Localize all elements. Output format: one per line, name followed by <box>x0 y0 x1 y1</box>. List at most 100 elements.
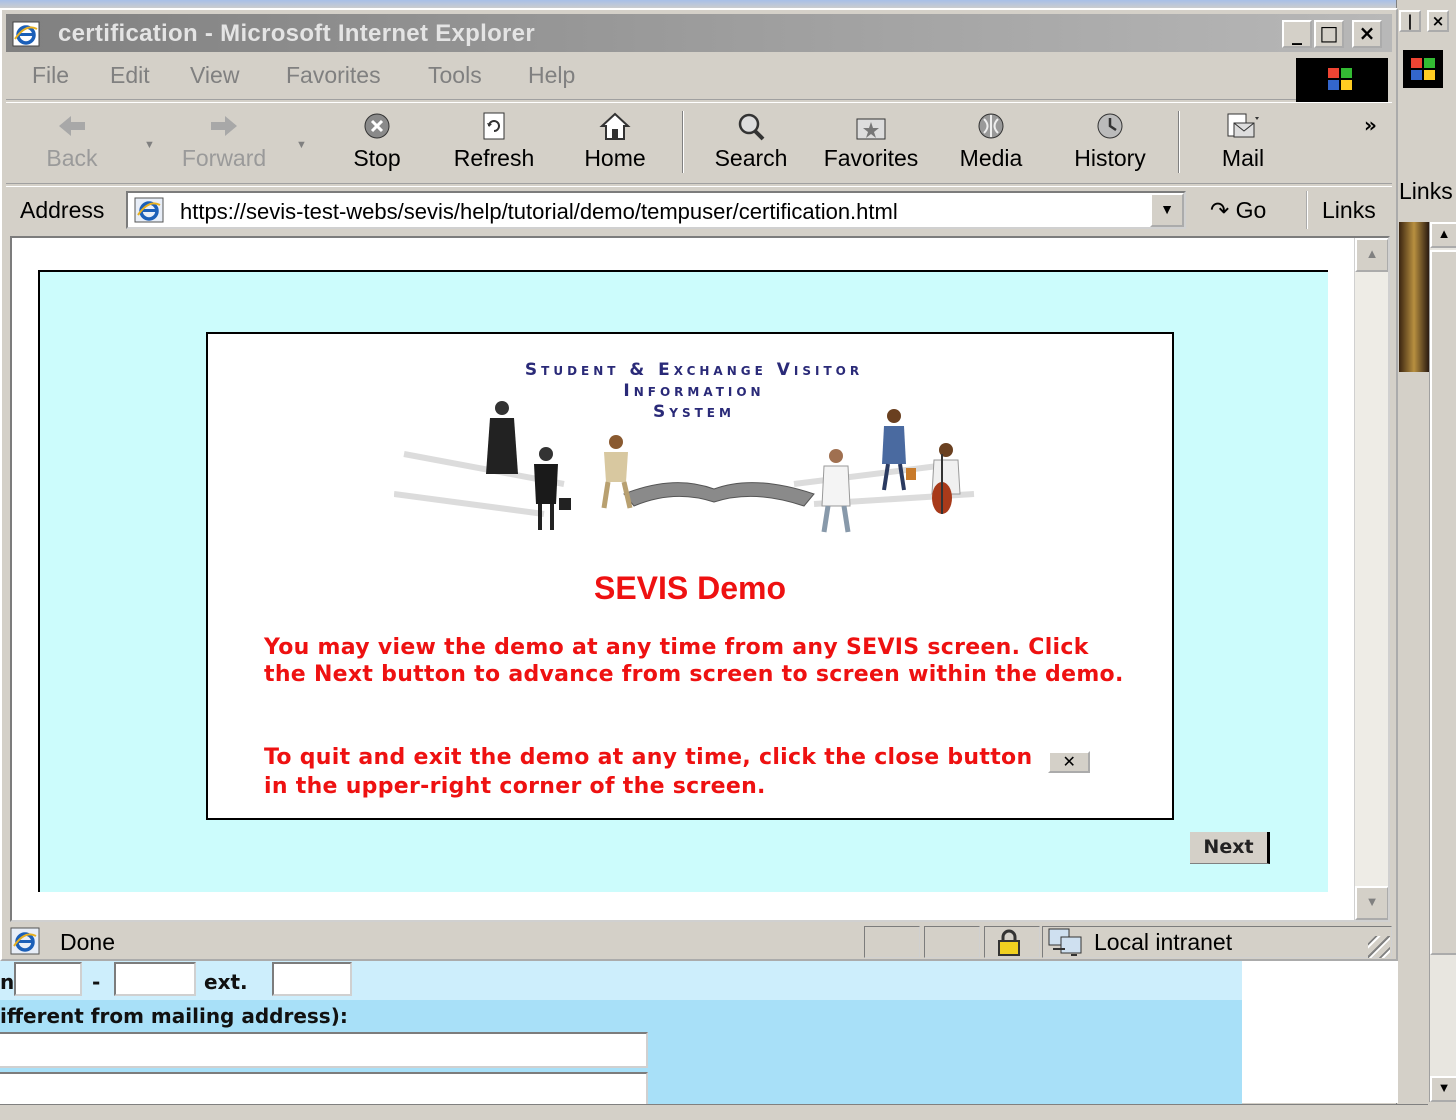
media-label: Media <box>959 145 1023 171</box>
forward-label: Forward <box>181 145 267 171</box>
search-icon <box>738 113 765 141</box>
student-figure <box>601 435 633 509</box>
address-input[interactable]: https://sevis-test-webs/sevis/help/tutor… <box>126 191 1186 229</box>
address-line-1-input[interactable] <box>0 1032 648 1068</box>
address-label: Address <box>20 197 105 223</box>
menu-file[interactable]: File <box>32 62 69 89</box>
next-button[interactable]: Next <box>1190 832 1270 864</box>
minimize-button[interactable]: _ <box>1282 20 1312 48</box>
title-bar[interactable]: certification - Microsoft Internet Explo… <box>6 14 1392 52</box>
status-pane <box>864 926 920 958</box>
search-label: Search <box>714 145 788 171</box>
mail-icon <box>1227 113 1259 138</box>
windows-flag-icon <box>1328 68 1354 92</box>
menu-tools[interactable]: Tools <box>428 62 482 89</box>
address-url: https://sevis-test-webs/sevis/help/tutor… <box>180 199 898 224</box>
scroll-down-arrow-icon[interactable]: ▼ <box>1355 886 1388 920</box>
menu-favorites[interactable]: Favorites <box>286 62 381 89</box>
graduate-figure <box>486 401 518 474</box>
ie-logo-icon <box>12 21 40 47</box>
home-icon <box>599 112 631 140</box>
background-form-fragment: n - ext. ifferent from mailing address): <box>0 958 1242 1120</box>
internet-explorer-window: certification - Microsoft Internet Explo… <box>0 8 1398 961</box>
media-icon <box>978 113 1004 139</box>
mail-label: Mail <box>1221 145 1265 171</box>
demo-frame: Student & Exchange Visitor Information S… <box>38 270 1328 892</box>
home-button[interactable]: Home <box>578 111 652 172</box>
scroll-up-arrow-icon[interactable]: ▲ <box>1355 238 1388 272</box>
refresh-button[interactable]: Refresh <box>446 111 542 172</box>
forward-arrow-icon <box>211 116 237 136</box>
history-clock-icon <box>1097 113 1123 139</box>
close-x-icon: ✕ <box>1048 751 1091 773</box>
background-close-button[interactable]: × <box>1427 10 1449 32</box>
background-vertical-scrollbar[interactable]: ▲ ▼ <box>1429 222 1456 1102</box>
window-title: certification - Microsoft Internet Explo… <box>58 20 535 47</box>
address-section-heading: ifferent from mailing address): <box>0 1004 348 1028</box>
phone-number-input[interactable] <box>114 962 196 996</box>
background-horizontal-scrollbar[interactable] <box>0 1104 1428 1120</box>
menu-help[interactable]: Help <box>528 62 575 89</box>
links-button[interactable]: Links <box>1306 191 1392 229</box>
history-label: History <box>1074 145 1146 171</box>
page-vertical-scrollbar[interactable]: ▲ ▼ <box>1354 238 1388 920</box>
back-label: Back <box>46 145 98 171</box>
menu-edit[interactable]: Edit <box>110 62 150 89</box>
toolbar-separator <box>1178 111 1180 173</box>
back-button[interactable]: Back <box>36 111 108 172</box>
windows-flag-icon <box>1411 58 1437 82</box>
demo-intro-panel: Student & Exchange Visitor Information S… <box>206 332 1174 820</box>
back-dropdown-icon[interactable]: ▼ <box>144 139 155 151</box>
go-button[interactable]: ↷ Go <box>1210 197 1266 224</box>
status-pane <box>924 926 980 958</box>
phone-separator: - <box>92 970 101 994</box>
address-dropdown-arrow-icon[interactable]: ▼ <box>1150 193 1184 227</box>
standard-toolbar: Back ▼ Forward ▼ Stop Refresh Home Searc… <box>6 102 1392 184</box>
history-button[interactable]: History <box>1068 111 1152 172</box>
stop-label: Stop <box>353 145 401 171</box>
background-maximize-button[interactable]: | <box>1399 10 1421 32</box>
phone-ext-input[interactable] <box>272 962 352 996</box>
sevis-logo: Student & Exchange Visitor Information S… <box>394 354 994 534</box>
favorites-star-icon <box>856 118 886 140</box>
scroll-down-arrow-icon[interactable]: ▼ <box>1430 1076 1456 1102</box>
toolbar-separator <box>682 111 684 173</box>
maximize-button[interactable]: □ <box>1314 20 1344 48</box>
background-page-blank-area <box>1242 958 1398 1103</box>
scroll-thumb[interactable] <box>1430 250 1456 955</box>
forward-dropdown-icon[interactable]: ▼ <box>296 139 307 151</box>
demo-instructions-close: To quit and exit the demo at any time, c… <box>264 744 1124 800</box>
close-instruction-text-start: To quit and exit the demo at any time, c… <box>264 745 1033 770</box>
menu-view[interactable]: View <box>190 62 239 89</box>
status-page-icon <box>10 927 40 955</box>
close-button[interactable]: × <box>1352 20 1382 48</box>
favorites-button[interactable]: Favorites <box>816 111 926 172</box>
form-label-fragment: n <box>0 970 15 994</box>
home-label: Home <box>584 145 646 171</box>
search-button[interactable]: Search <box>706 111 796 172</box>
mail-button[interactable]: Mail <box>1210 111 1276 172</box>
logo-line-1: Student & Exchange Visitor <box>524 360 864 380</box>
status-bar: Done Local intranet <box>6 924 1392 960</box>
refresh-icon <box>483 112 505 140</box>
toolbar-overflow-chevron-icon[interactable]: » <box>1364 113 1377 137</box>
stop-button[interactable]: Stop <box>344 111 410 172</box>
back-arrow-icon <box>59 116 85 136</box>
phone-prefix-input[interactable] <box>14 962 82 996</box>
lock-icon <box>998 929 1020 956</box>
resize-grip[interactable] <box>1368 936 1390 958</box>
woman-with-bag-figure <box>882 409 916 491</box>
zone-text: Local intranet <box>1094 929 1233 955</box>
address-line-2-input[interactable] <box>0 1072 648 1108</box>
background-windows-logo <box>1403 50 1443 88</box>
windows-throbber <box>1296 58 1388 102</box>
forward-button[interactable]: Forward <box>174 111 274 172</box>
scroll-up-arrow-icon[interactable]: ▲ <box>1430 222 1456 248</box>
security-pane <box>984 926 1040 958</box>
demo-instructions-next: You may view the demo at any time from a… <box>264 635 1124 687</box>
media-button[interactable]: Media <box>952 111 1030 172</box>
businesswoman-figure <box>534 447 571 530</box>
page-ie-icon <box>134 197 164 223</box>
background-links-label[interactable]: Links <box>1399 178 1453 205</box>
refresh-label: Refresh <box>453 145 535 171</box>
